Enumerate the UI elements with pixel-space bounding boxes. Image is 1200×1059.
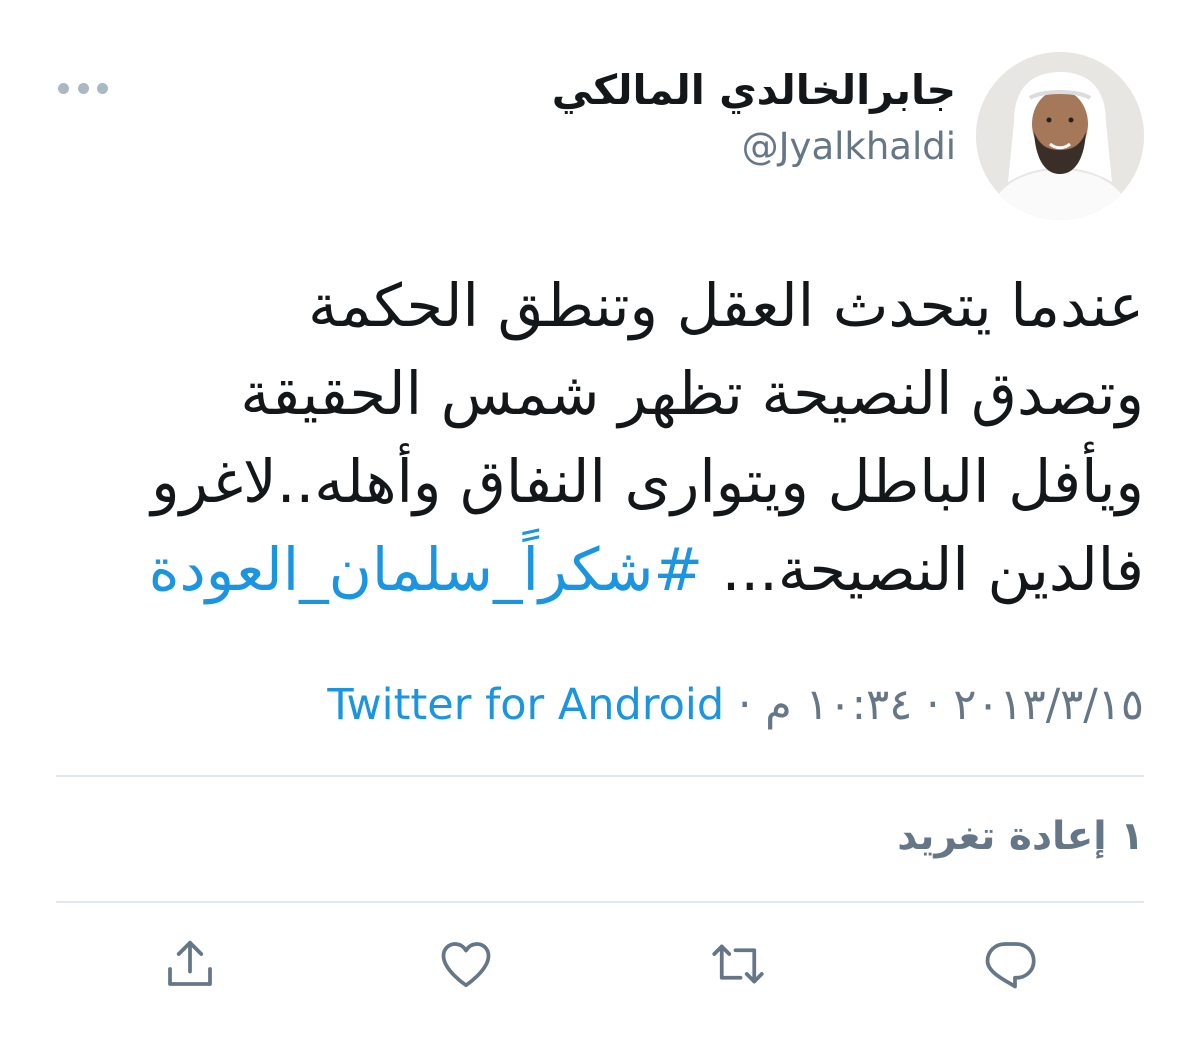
retweet-icon <box>712 944 764 984</box>
more-options-icon[interactable] <box>58 76 108 100</box>
share-icon <box>168 940 212 986</box>
tweet-text-line-with-hashtag: فالدين النصيحة... #شكراً_سلمان_العودة <box>44 526 1144 614</box>
tweet-text-line: ويأفل الباطل ويتوارى النفاق وأهله..لاغرو <box>151 447 1144 516</box>
heart-icon <box>441 942 491 988</box>
tweet-text-line: وتصدق النصيحة تظهر شمس الحقيقة <box>240 359 1144 428</box>
reply-icon <box>985 942 1036 989</box>
profile-photo <box>976 52 1144 220</box>
retweet-count-link[interactable]: ١ إعادة تغريد <box>897 814 1144 859</box>
tweet-date[interactable]: ٢٠١٣/٣/١٥ <box>953 680 1144 730</box>
meta-separator: · <box>926 680 940 730</box>
tweet-text-line: فالدين النصيحة... <box>721 535 1144 604</box>
author-display-name[interactable]: جابرالخالدي المالكي <box>552 66 956 114</box>
like-button[interactable] <box>434 932 498 996</box>
meta-separator: · <box>737 680 752 730</box>
avatar[interactable] <box>976 52 1144 220</box>
retweet-count: ١ <box>1120 814 1144 859</box>
retweet-label: إعادة تغريد <box>897 814 1107 859</box>
share-button[interactable] <box>158 932 222 996</box>
reply-button[interactable] <box>978 932 1042 996</box>
tweet-text-line: عندما يتحدث العقل وتنطق الحكمة <box>308 271 1144 340</box>
author-handle[interactable]: @Jyalkhaldi <box>742 125 956 168</box>
tweet-meta: ٢٠١٣/٣/١٥ · ١٠:٣٤ م · Twitter for Androi… <box>327 680 1144 730</box>
tweet-text: عندما يتحدث العقل وتنطق الحكمة وتصدق الن… <box>44 262 1144 614</box>
retweet-button[interactable] <box>706 932 770 996</box>
divider <box>56 775 1144 777</box>
hashtag-link[interactable]: #شكراً_سلمان_العودة <box>149 535 703 604</box>
divider <box>56 901 1144 903</box>
tweet-source-link[interactable]: Twitter for Android <box>327 680 724 730</box>
tweet-time[interactable]: ١٠:٣٤ م <box>765 680 912 730</box>
